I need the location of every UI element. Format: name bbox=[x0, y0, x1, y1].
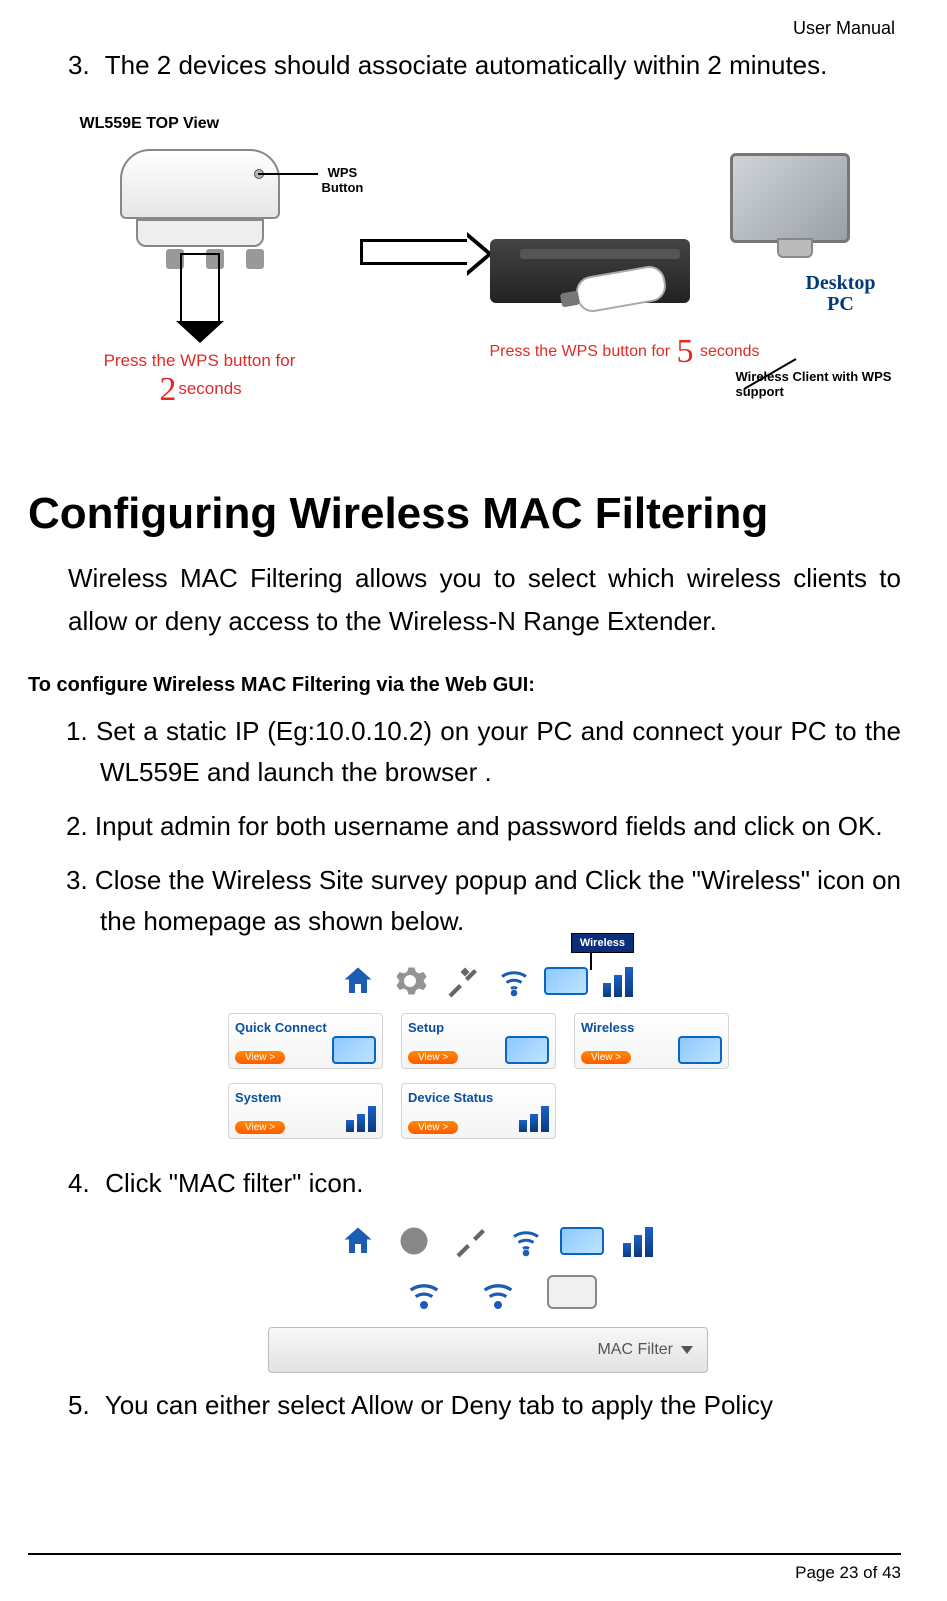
monitor-icon bbox=[540, 955, 592, 1007]
card-setup: Setup View > bbox=[401, 1013, 556, 1069]
step-number: 3. bbox=[68, 47, 98, 85]
stats-icon bbox=[592, 955, 644, 1007]
card-quick-connect: Quick Connect View > bbox=[228, 1013, 383, 1069]
view-button: View > bbox=[235, 1051, 285, 1064]
desktop-pc-label: DesktopPC bbox=[805, 273, 875, 315]
view-button: View > bbox=[408, 1121, 458, 1134]
web-gui-homepage-illustration: Wireless Quick Connect View > Setup View… bbox=[228, 955, 748, 1147]
press-wps-2sec: Press the WPS button for 2seconds bbox=[60, 351, 340, 409]
mac-filter-gui-illustration: MAC Filter bbox=[268, 1215, 728, 1373]
gui-toolbar bbox=[228, 955, 748, 1007]
press-wps-5sec: Press the WPS button for 5 seconds bbox=[490, 333, 870, 371]
wps-button-label: WPS Button bbox=[322, 165, 364, 195]
step-3: 3. Close the Wireless Site survey popup … bbox=[28, 860, 901, 941]
wps-diagram: WL559E TOP View WPS Button Press the WPS… bbox=[28, 115, 901, 409]
view-button: View > bbox=[581, 1051, 631, 1064]
wps-step-3: 3. The 2 devices should associate automa… bbox=[68, 47, 901, 85]
card-device-status: Device Status View > bbox=[401, 1083, 556, 1139]
mac-filter-dropdown: MAC Filter bbox=[268, 1327, 708, 1373]
wireless-callout: Wireless bbox=[571, 933, 634, 953]
gear-icon bbox=[388, 1215, 440, 1267]
card-wireless: Wireless View > bbox=[574, 1013, 729, 1069]
down-arrow-icon bbox=[180, 253, 220, 323]
intro-paragraph: Wireless MAC Filtering allows you to sel… bbox=[68, 557, 901, 643]
monitor-icon bbox=[556, 1215, 608, 1267]
step-4: 4. Click "MAC filter" icon. bbox=[68, 1165, 901, 1203]
arrow-right-icon bbox=[360, 239, 470, 265]
step-text: The 2 devices should associate automatic… bbox=[105, 50, 828, 80]
page-footer: Page 23 of 43 bbox=[28, 1553, 901, 1583]
dropdown-label: MAC Filter bbox=[597, 1341, 673, 1359]
home-icon bbox=[332, 1215, 384, 1267]
sub-icon-device bbox=[545, 1275, 599, 1319]
wireless-client-label: Wireless Client with WPS support bbox=[736, 369, 906, 399]
sub-heading: To configure Wireless MAC Filtering via … bbox=[28, 674, 901, 697]
desktop-pc-illustration: DesktopPC Press the WPS button for 5 sec… bbox=[490, 153, 870, 371]
step-2: 2. Input admin for both username and pas… bbox=[28, 806, 901, 846]
view-button: View > bbox=[408, 1051, 458, 1064]
chevron-down-icon bbox=[681, 1346, 693, 1354]
sub-icon-wifi bbox=[397, 1275, 451, 1319]
steps-list: 1. Set a static IP (Eg:10.0.10.2) on you… bbox=[28, 711, 901, 940]
wifi-icon bbox=[488, 955, 540, 1007]
wl559e-device-illustration: WL559E TOP View WPS Button Press the WPS… bbox=[60, 115, 340, 409]
home-icon bbox=[332, 955, 384, 1007]
stats-icon bbox=[612, 1215, 664, 1267]
card-system: System View > bbox=[228, 1083, 383, 1139]
wl559e-title: WL559E TOP View bbox=[80, 115, 340, 133]
gear-icon bbox=[384, 955, 436, 1007]
section-heading: Configuring Wireless MAC Filtering bbox=[28, 489, 901, 539]
tools-icon bbox=[436, 955, 488, 1007]
step-5: 5. You can either select Allow or Deny t… bbox=[68, 1387, 901, 1425]
header-doc-type: User Manual bbox=[28, 18, 901, 39]
sub-icon-wifi bbox=[471, 1275, 525, 1319]
tools-icon bbox=[444, 1215, 496, 1267]
monitor-icon bbox=[730, 153, 850, 243]
view-button: View > bbox=[235, 1121, 285, 1134]
wifi-icon bbox=[500, 1215, 552, 1267]
page-number: Page 23 of 43 bbox=[795, 1563, 901, 1582]
step-1: 1. Set a static IP (Eg:10.0.10.2) on you… bbox=[28, 711, 901, 792]
